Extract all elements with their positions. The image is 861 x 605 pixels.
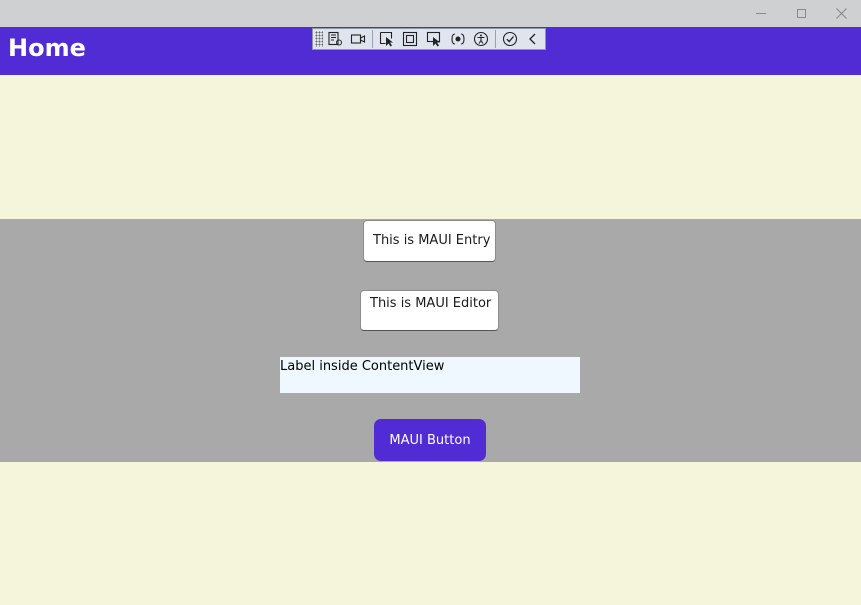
select-element-button[interactable] [376, 29, 398, 49]
display-adorners-button[interactable] [400, 29, 422, 49]
maui-editor[interactable]: This is MAUI Editor [360, 290, 499, 331]
toolbar-separator [494, 30, 496, 48]
close-icon [835, 8, 847, 19]
binding-failures-button[interactable] [447, 29, 469, 49]
maui-entry[interactable]: This is MAUI Entry [363, 220, 496, 262]
collapse-toolbar-button[interactable] [522, 29, 544, 49]
toolbar-grip-icon[interactable] [315, 31, 323, 47]
live-visual-tree-button[interactable] [324, 29, 346, 49]
content-view-label: Label inside ContentView [280, 359, 445, 374]
accessibility-checker-button[interactable] [470, 29, 492, 49]
content-view: Label inside ContentView [280, 357, 580, 393]
minimize-button[interactable] [741, 0, 781, 27]
select-element-icon [379, 31, 393, 47]
hot-reload-status-button[interactable] [499, 29, 521, 49]
track-focus-icon [426, 31, 440, 47]
maximize-icon [796, 9, 806, 18]
page-title: Home [8, 34, 86, 62]
maximize-button[interactable] [781, 0, 821, 27]
record-button[interactable] [347, 29, 369, 49]
hot-reload-status-icon [502, 31, 517, 47]
debug-toolbar [312, 28, 546, 50]
minimize-icon [756, 13, 766, 14]
collapse-icon [529, 33, 536, 45]
binding-failures-icon [450, 33, 465, 45]
accessibility-icon [474, 31, 489, 47]
track-focus-button[interactable] [423, 29, 445, 49]
record-icon [351, 34, 366, 44]
maui-button[interactable]: MAUI Button [374, 419, 486, 461]
live-visual-tree-icon [328, 31, 342, 46]
window-titlebar [0, 0, 861, 27]
toolbar-separator [372, 30, 373, 48]
display-adorners-icon [403, 31, 418, 47]
close-button[interactable] [821, 0, 861, 27]
